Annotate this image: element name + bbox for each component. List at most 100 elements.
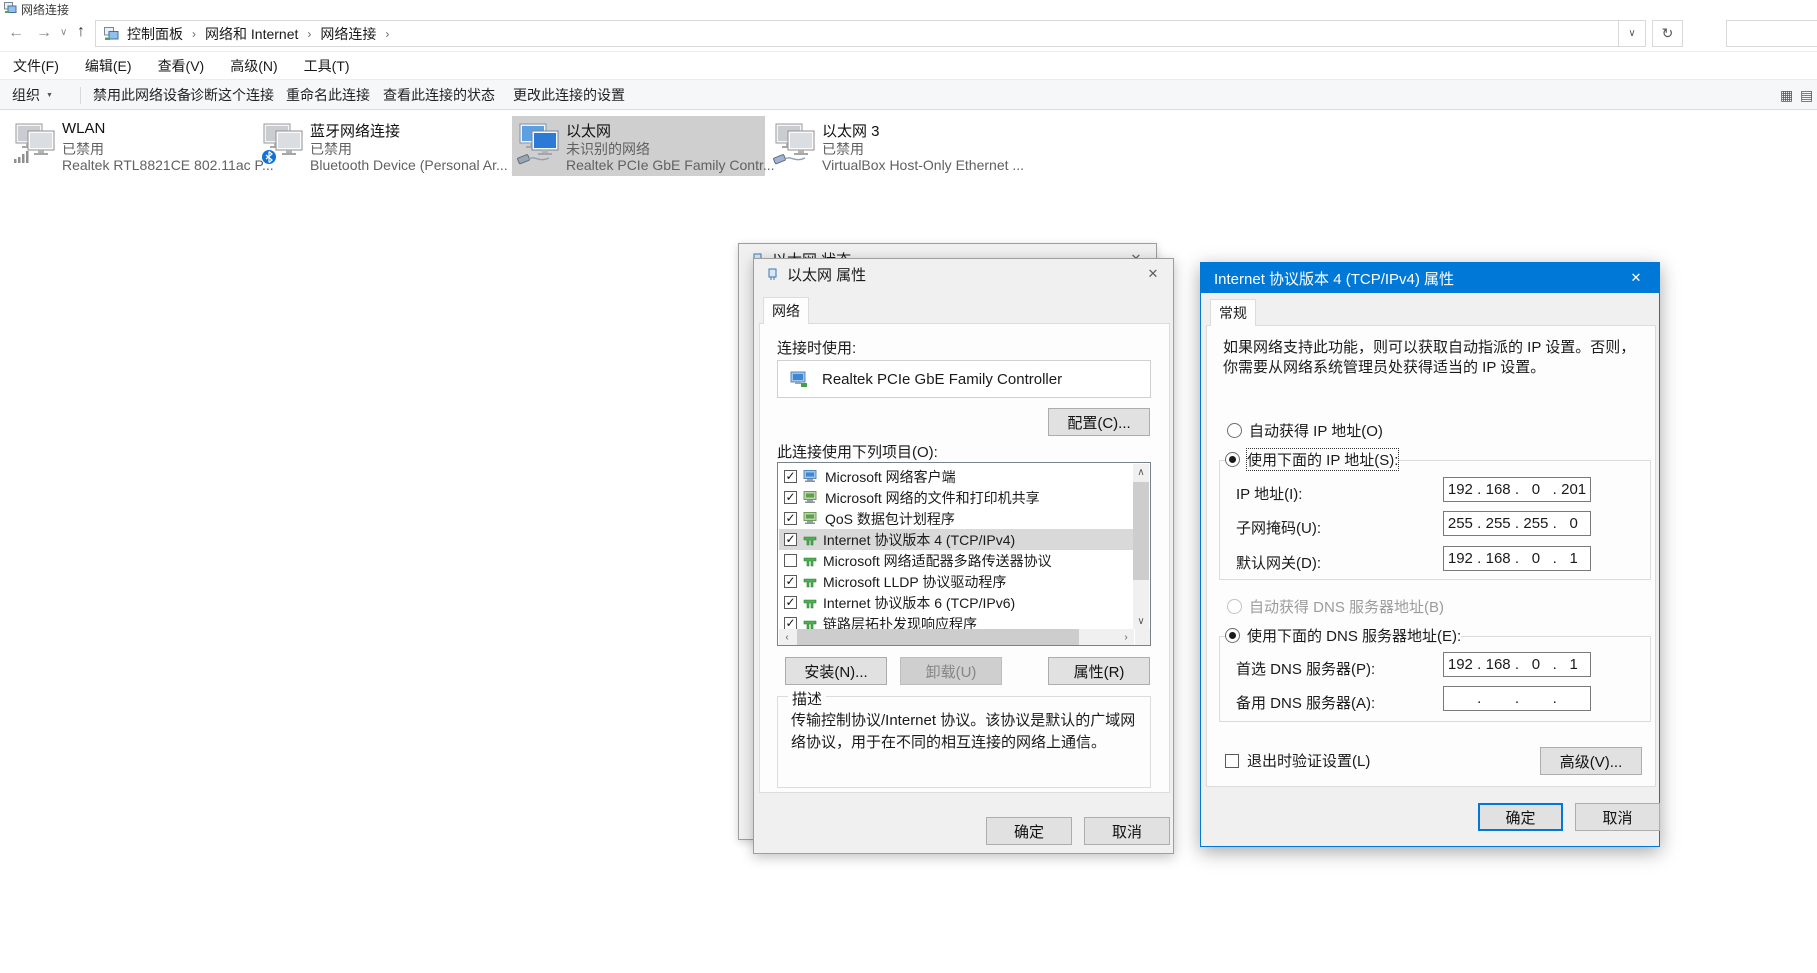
toolbar-separator (80, 87, 81, 104)
list-item-ipv4[interactable]: ✓ Internet 协议版本 4 (TCP/IPv4) (779, 529, 1134, 550)
checkbox-checked[interactable]: ✓ (784, 596, 797, 609)
properties-dialog-titlebar[interactable]: 以太网 属性 (754, 259, 1173, 289)
connection-tile-ethernet[interactable]: 以太网 未识别的网络 Realtek PCIe GbE Family Contr… (512, 116, 765, 176)
menu-view[interactable]: 查看(V) (145, 56, 218, 76)
cancel-button[interactable]: 取消 (1084, 817, 1170, 845)
change-settings-command[interactable]: 更改此连接的设置 (513, 80, 625, 110)
address-dropdown-button[interactable]: ∨ (1619, 20, 1646, 47)
history-dropdown-icon[interactable]: ∨ (60, 28, 67, 38)
list-item-file-print-sharing[interactable]: ✓ Microsoft 网络的文件和打印机共享 (779, 487, 1134, 508)
uninstall-button[interactable]: 卸载(U) (900, 657, 1002, 685)
breadcrumb-control-panel[interactable]: 控制面板 (120, 24, 190, 44)
up-icon[interactable]: ↑ (77, 24, 85, 40)
horizontal-scroll-thumb[interactable] (797, 629, 1079, 645)
subnet-mask-field[interactable]: 255. 255. 255. 0 (1443, 511, 1591, 536)
connection-tile-ethernet3[interactable]: 以太网 3 已禁用 VirtualBox Host-Only Ethernet … (768, 116, 1023, 176)
configure-button[interactable]: 配置(C)... (1048, 408, 1150, 436)
checkbox-checked[interactable]: ✓ (784, 533, 797, 546)
menu-edit[interactable]: 编辑(E) (72, 56, 145, 76)
protocol-icon (803, 597, 817, 609)
menu-tools[interactable]: 工具(T) (291, 56, 363, 76)
menu-advanced[interactable]: 高级(N) (217, 56, 290, 76)
radio-manual-ip[interactable]: 使用下面的 IP 地址(S): (1225, 449, 1398, 470)
radio-circle-selected[interactable] (1225, 452, 1240, 467)
ok-button[interactable]: 确定 (986, 817, 1072, 845)
ip-octet: 0 (1520, 481, 1553, 498)
ip-octet: 0 (1557, 515, 1590, 532)
diagnose-command[interactable]: 诊断这个连接 (190, 80, 274, 110)
screen: 网络连接 ← → ∨ ↑ 控制面板 › 网络和 Internet › 网络连接 … (0, 0, 1817, 973)
view-tiles-icon[interactable]: ▦ (1780, 80, 1793, 110)
default-gateway-field[interactable]: 192. 168. 0. 1 (1443, 546, 1591, 571)
ip-octet: 168 (1482, 656, 1515, 673)
connection-tile-bluetooth[interactable]: 蓝牙网络连接 已禁用 Bluetooth Device (Personal Ar… (256, 116, 508, 176)
network-adapter-icon (790, 371, 808, 388)
radio-auto-dns[interactable]: 自动获得 DNS 服务器地址(B) (1227, 596, 1444, 617)
scroll-down-icon[interactable]: ∨ (1133, 613, 1149, 629)
validate-settings-row[interactable]: 退出时验证设置(L) (1225, 750, 1370, 771)
scroll-up-icon[interactable]: ∧ (1133, 464, 1149, 480)
protocol-icon (803, 618, 817, 630)
preferred-dns-field[interactable]: 192. 168. 0. 1 (1443, 652, 1591, 677)
connection-device: Bluetooth Device (Personal Ar... (310, 157, 508, 173)
items-list-label: 此连接使用下列项目(O): (777, 441, 938, 462)
radio-circle[interactable] (1227, 423, 1242, 438)
vertical-scroll-thumb[interactable] (1133, 482, 1149, 580)
list-item-multiplexor[interactable]: Microsoft 网络适配器多路传送器协议 (779, 550, 1134, 571)
wifi-adapter-icon (12, 123, 58, 165)
radio-circle-selected[interactable] (1225, 628, 1240, 643)
adapter-box: Realtek PCIe GbE Family Controller (777, 360, 1151, 398)
item-properties-button[interactable]: 属性(R) (1048, 657, 1150, 685)
connection-tile-wlan[interactable]: WLAN 已禁用 Realtek RTL8821CE 802.11ac P... (8, 116, 254, 176)
ip-address-field[interactable]: 192. 168. 0. 201 (1443, 477, 1591, 502)
rename-command[interactable]: 重命名此连接 (286, 80, 370, 110)
vertical-scrollbar[interactable]: ∧ ∨ (1133, 464, 1149, 629)
ipv4-dialog-titlebar[interactable]: Internet 协议版本 4 (TCP/IPv4) 属性 (1201, 263, 1659, 293)
checkbox-checked[interactable]: ✓ (784, 491, 797, 504)
refresh-button[interactable]: ↻ (1652, 20, 1683, 47)
scroll-left-icon[interactable]: ‹ (779, 629, 795, 645)
list-item-ipv6[interactable]: ✓ Internet 协议版本 6 (TCP/IPv6) (779, 592, 1134, 613)
radio-circle-disabled[interactable] (1227, 599, 1242, 614)
checkbox-unchecked[interactable] (784, 554, 797, 567)
forward-icon[interactable]: → (36, 25, 52, 41)
navigation-bar: ← → ∨ ↑ 控制面板 › 网络和 Internet › 网络连接 › ∨ ↻ (0, 16, 1817, 52)
validate-checkbox[interactable] (1225, 754, 1239, 768)
list-item-label: Microsoft 网络客户端 (825, 467, 956, 487)
radio-auto-ip[interactable]: 自动获得 IP 地址(O) (1227, 420, 1383, 441)
install-button[interactable]: 安装(N)... (785, 657, 887, 685)
radio-manual-dns[interactable]: 使用下面的 DNS 服务器地址(E): (1225, 625, 1461, 646)
view-status-command[interactable]: 查看此连接的状态 (383, 80, 495, 110)
breadcrumb-network-connections[interactable]: 网络连接 (313, 24, 383, 44)
address-bar[interactable]: 控制面板 › 网络和 Internet › 网络连接 › (95, 20, 1619, 47)
ipv4-close-button[interactable]: ✕ (1613, 263, 1659, 293)
connection-name: 蓝牙网络连接 (310, 120, 400, 141)
window-titlebar: 网络连接 (0, 0, 1817, 16)
radio-manual-dns-label: 使用下面的 DNS 服务器地址(E): (1247, 625, 1461, 646)
list-item-lldp[interactable]: ✓ Microsoft LLDP 协议驱动程序 (779, 571, 1134, 592)
connection-status: 已禁用 (310, 139, 352, 159)
ipv4-cancel-button[interactable]: 取消 (1575, 803, 1660, 831)
horizontal-scrollbar[interactable]: ‹ › (779, 629, 1134, 645)
scroll-right-icon[interactable]: › (1118, 629, 1134, 645)
menu-file[interactable]: 文件(F) (0, 56, 72, 76)
checkbox-checked[interactable]: ✓ (784, 512, 797, 525)
tab-network[interactable]: 网络 (763, 297, 809, 324)
list-item-label: Microsoft 网络适配器多路传送器协议 (823, 551, 1052, 571)
alternate-dns-field[interactable]: . . . (1443, 686, 1591, 711)
checkbox-checked[interactable]: ✓ (784, 575, 797, 588)
tab-general[interactable]: 常规 (1210, 299, 1256, 326)
checkbox-checked[interactable]: ✓ (784, 470, 797, 483)
connection-status: 已禁用 (62, 139, 104, 159)
search-input[interactable] (1726, 20, 1817, 47)
disable-device-command[interactable]: 禁用此网络设备 (93, 80, 191, 110)
organize-button[interactable]: 组织 ▼ (12, 80, 53, 110)
ipv4-ok-button[interactable]: 确定 (1478, 803, 1563, 831)
advanced-button[interactable]: 高级(V)... (1540, 747, 1642, 775)
list-item-client[interactable]: ✓ Microsoft 网络客户端 (779, 466, 1134, 487)
back-icon[interactable]: ← (8, 25, 24, 41)
list-item-qos[interactable]: ✓ QoS 数据包计划程序 (779, 508, 1134, 529)
view-list-icon[interactable]: ▤ (1800, 80, 1813, 110)
properties-close-button[interactable]: ✕ (1133, 259, 1173, 289)
breadcrumb-network-and-internet[interactable]: 网络和 Internet (198, 24, 305, 44)
